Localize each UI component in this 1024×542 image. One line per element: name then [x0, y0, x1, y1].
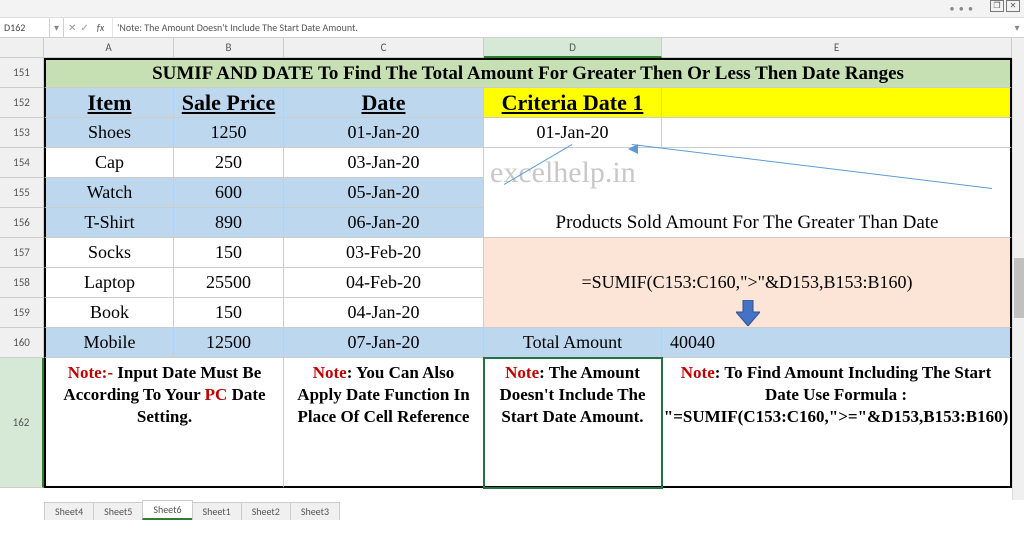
header-date: Date: [284, 88, 484, 118]
title-bar: • • • ❐ ✕: [0, 0, 1024, 18]
row-header-155[interactable]: 155: [0, 178, 44, 208]
note-a: Note:- Input Date Must Be According To Y…: [44, 358, 284, 488]
row-header-160[interactable]: 160: [0, 328, 44, 358]
header-e-blank: [662, 88, 1012, 118]
cell-price-0[interactable]: 1250: [174, 118, 284, 148]
sheet-tab-sheet3[interactable]: Sheet3: [290, 502, 340, 520]
cell-item-6[interactable]: Book: [44, 298, 174, 328]
spreadsheet-grid[interactable]: A B C D E 151152153154155156157158159160…: [0, 38, 1024, 520]
col-header-b[interactable]: B: [174, 38, 284, 58]
header-item: Item: [44, 88, 174, 118]
arrowhead-icon: [628, 140, 638, 159]
close-window-icon[interactable]: ✕: [1006, 0, 1020, 12]
row-header-154[interactable]: 154: [0, 148, 44, 178]
sheet-tab-sheet5[interactable]: Sheet5: [93, 502, 143, 520]
sheet-tabs: Sheet4Sheet5Sheet6Sheet1Sheet2Sheet3: [44, 500, 339, 520]
cell-date-6[interactable]: 04-Jan-20: [284, 298, 484, 328]
cell-item-0[interactable]: Shoes: [44, 118, 174, 148]
cell-date-0[interactable]: 01-Jan-20: [284, 118, 484, 148]
col-header-d[interactable]: D: [484, 38, 662, 58]
row-header-159[interactable]: 159: [0, 298, 44, 328]
fx-icon[interactable]: fx: [93, 21, 108, 34]
sheet-tab-sheet4[interactable]: Sheet4: [44, 502, 94, 520]
row-header-156[interactable]: 156: [0, 208, 44, 238]
total-label: Total Amount: [484, 328, 662, 358]
cell-date-2[interactable]: 05-Jan-20: [284, 178, 484, 208]
cell-price-7[interactable]: 12500: [174, 328, 284, 358]
cell-price-5[interactable]: 25500: [174, 268, 284, 298]
cell-date-4[interactable]: 03-Feb-20: [284, 238, 484, 268]
cell-item-1[interactable]: Cap: [44, 148, 174, 178]
name-box[interactable]: D162: [0, 18, 50, 37]
row-header-158[interactable]: 158: [0, 268, 44, 298]
col-header-e[interactable]: E: [662, 38, 1012, 58]
note-e: Note: To Find Amount Including The Start…: [662, 358, 1012, 488]
select-all-corner[interactable]: [0, 38, 44, 58]
down-arrow-icon: [736, 300, 760, 326]
section-label: Products Sold Amount For The Greater Tha…: [484, 208, 1012, 238]
note-c: Note: You Can Also Apply Date Function I…: [284, 358, 484, 488]
row-header-157[interactable]: 157: [0, 238, 44, 268]
cell-item-4[interactable]: Socks: [44, 238, 174, 268]
cell-watermark-area: [484, 148, 1012, 208]
cancel-formula-icon[interactable]: ✕: [68, 21, 76, 34]
column-headers: A B C D E: [0, 38, 1024, 58]
cell-price-3[interactable]: 890: [174, 208, 284, 238]
header-criteria: Criteria Date 1: [484, 88, 662, 118]
sheet-tab-sheet2[interactable]: Sheet2: [241, 502, 291, 520]
cell-price-4[interactable]: 150: [174, 238, 284, 268]
col-header-c[interactable]: C: [284, 38, 484, 58]
down-arrow-shape: [736, 300, 760, 326]
title-cell: SUMIF AND DATE To Find The Total Amount …: [44, 58, 1012, 88]
row-header-151[interactable]: 151: [0, 58, 44, 88]
scrollbar-thumb[interactable]: [1014, 258, 1024, 318]
row-header-162[interactable]: 162: [0, 358, 44, 488]
cell-item-2[interactable]: Watch: [44, 178, 174, 208]
sheet-tab-sheet1[interactable]: Sheet1: [192, 502, 242, 520]
formula-bar-row: D162 ▾ ✕ ✓ fx 'Note: The Amount Doesn't …: [0, 18, 1024, 38]
total-value[interactable]: 40040: [662, 328, 1012, 358]
row-header-152[interactable]: 152: [0, 88, 44, 118]
overflow-dots-icon: • • •: [950, 2, 974, 15]
col-header-a[interactable]: A: [44, 38, 174, 58]
name-box-dropdown-icon[interactable]: ▾: [50, 18, 64, 37]
cell-date-1[interactable]: 03-Jan-20: [284, 148, 484, 178]
restore-window-icon[interactable]: ❐: [990, 0, 1004, 12]
cell-item-7[interactable]: Mobile: [44, 328, 174, 358]
cell-date-5[interactable]: 04-Feb-20: [284, 268, 484, 298]
note-d: Note: The Amount Doesn't Include The Sta…: [484, 358, 662, 488]
vertical-scrollbar[interactable]: [1012, 58, 1024, 500]
formula-bar-expand-icon[interactable]: ▾: [1010, 21, 1024, 34]
header-price: Sale Price: [174, 88, 284, 118]
cell-item-3[interactable]: T-Shirt: [44, 208, 174, 238]
cell-item-5[interactable]: Laptop: [44, 268, 174, 298]
formula-buttons: ✕ ✓ fx: [64, 18, 113, 37]
sheet-tab-sheet6[interactable]: Sheet6: [142, 500, 192, 520]
formula-bar[interactable]: 'Note: The Amount Doesn't Include The St…: [113, 21, 1010, 34]
cell-date-7[interactable]: 07-Jan-20: [284, 328, 484, 358]
row-header-153[interactable]: 153: [0, 118, 44, 148]
row-headers: 151152153154155156157158159160162: [0, 58, 44, 488]
cell-price-2[interactable]: 600: [174, 178, 284, 208]
cell-price-1[interactable]: 250: [174, 148, 284, 178]
cell-date-3[interactable]: 06-Jan-20: [284, 208, 484, 238]
cell-price-6[interactable]: 150: [174, 298, 284, 328]
accept-formula-icon[interactable]: ✓: [80, 21, 88, 34]
cell-e153[interactable]: [662, 118, 1012, 148]
